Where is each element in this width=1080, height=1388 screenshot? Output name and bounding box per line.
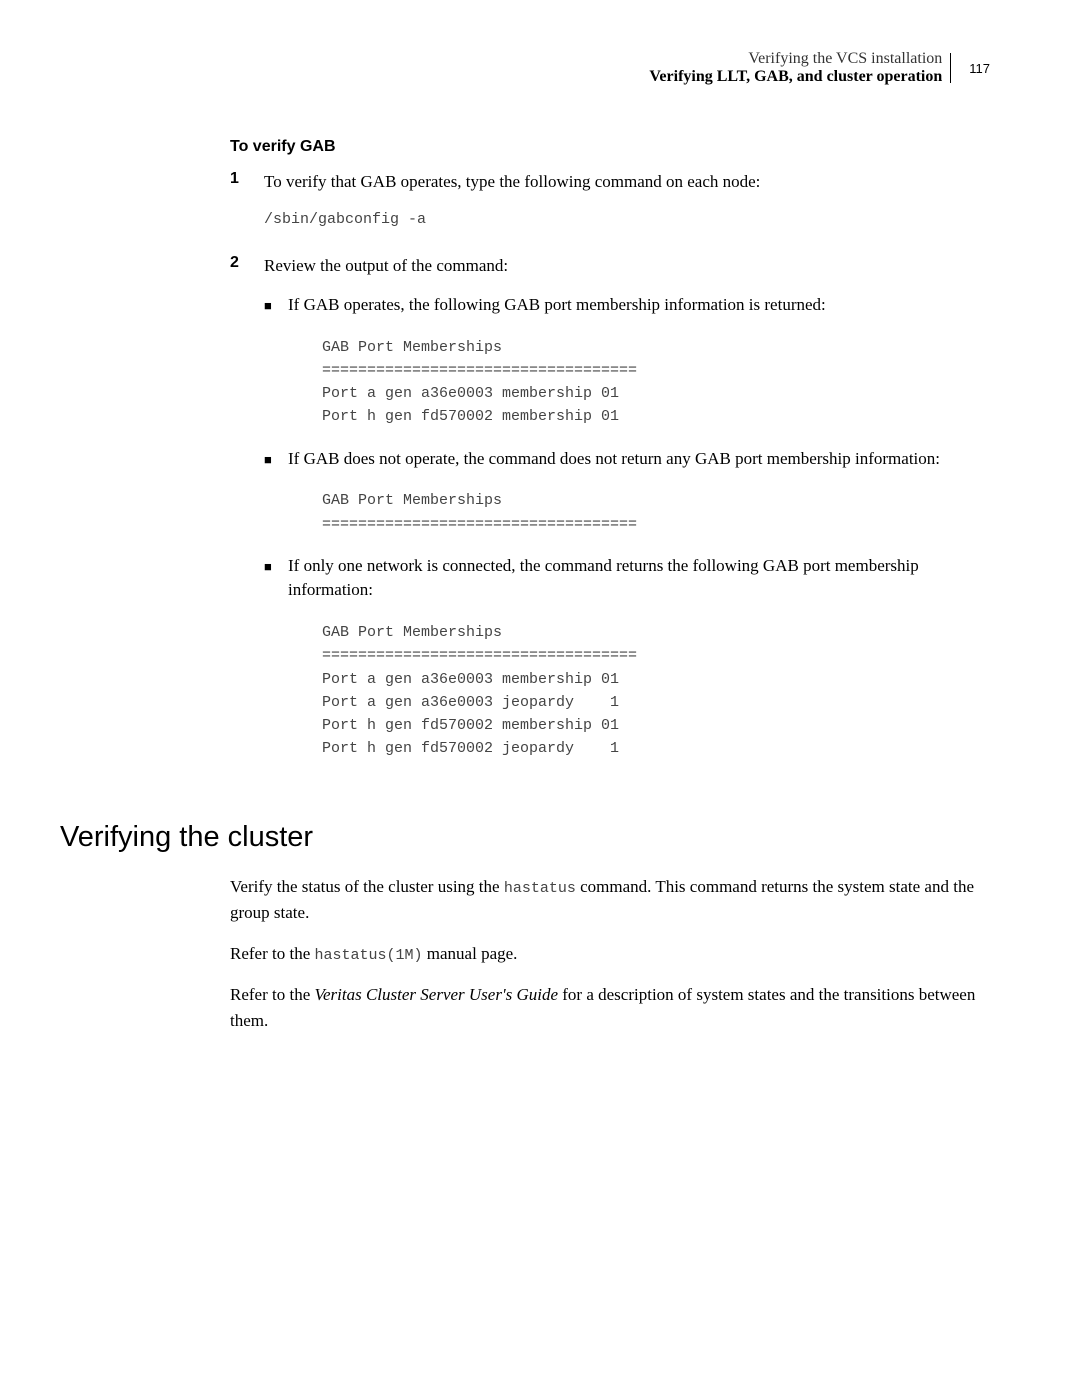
page-number: 117 (969, 61, 990, 76)
step-number: 1 (230, 170, 264, 236)
step-2: 2 Review the output of the command: ■ If… (230, 254, 990, 778)
code-output: GAB Port Memberships ===================… (322, 336, 990, 429)
header-section: Verifying LLT, GAB, and cluster operatio… (649, 68, 942, 86)
step-number: 2 (230, 254, 264, 778)
step-text: Review the output of the command: (264, 256, 508, 275)
bullet-square-icon: ■ (264, 554, 288, 603)
body-paragraph: Verify the status of the cluster using t… (230, 874, 990, 926)
step-1: 1 To verify that GAB operates, type the … (230, 170, 990, 236)
para-text: Verify the status of the cluster using t… (230, 877, 504, 896)
code-output: GAB Port Memberships ===================… (322, 489, 990, 536)
step-text: To verify that GAB operates, type the fo… (264, 172, 760, 191)
bullet-item: ■ If GAB does not operate, the command d… (264, 447, 990, 472)
bullet-item: ■ If only one network is connected, the … (264, 554, 990, 603)
body-paragraph: Refer to the Veritas Cluster Server User… (230, 982, 990, 1033)
citation-title: Veritas Cluster Server User's Guide (315, 985, 559, 1004)
bullet-item: ■ If GAB operates, the following GAB por… (264, 293, 990, 318)
header-divider (950, 53, 951, 83)
para-text: Refer to the (230, 944, 315, 963)
bullet-text: If GAB operates, the following GAB port … (288, 293, 990, 318)
bullet-text: If GAB does not operate, the command doe… (288, 447, 990, 472)
bullet-text: If only one network is connected, the co… (288, 554, 990, 603)
bullet-square-icon: ■ (264, 447, 288, 472)
heading-level-2: Verifying the cluster (0, 821, 990, 854)
inline-code: hastatus (504, 880, 576, 897)
bullet-square-icon: ■ (264, 293, 288, 318)
para-text: Refer to the (230, 985, 315, 1004)
inline-code: hastatus(1M) (315, 947, 423, 964)
para-text: manual page. (423, 944, 518, 963)
code-output: GAB Port Memberships ===================… (322, 621, 990, 761)
header-chapter: Verifying the VCS installation (649, 50, 942, 68)
body-paragraph: Refer to the hastatus(1M) manual page. (230, 941, 990, 968)
procedure-title: To verify GAB (230, 138, 990, 156)
code-command: /sbin/gabconfig -a (264, 209, 990, 231)
page-header: Verifying the VCS installation Verifying… (230, 50, 990, 86)
